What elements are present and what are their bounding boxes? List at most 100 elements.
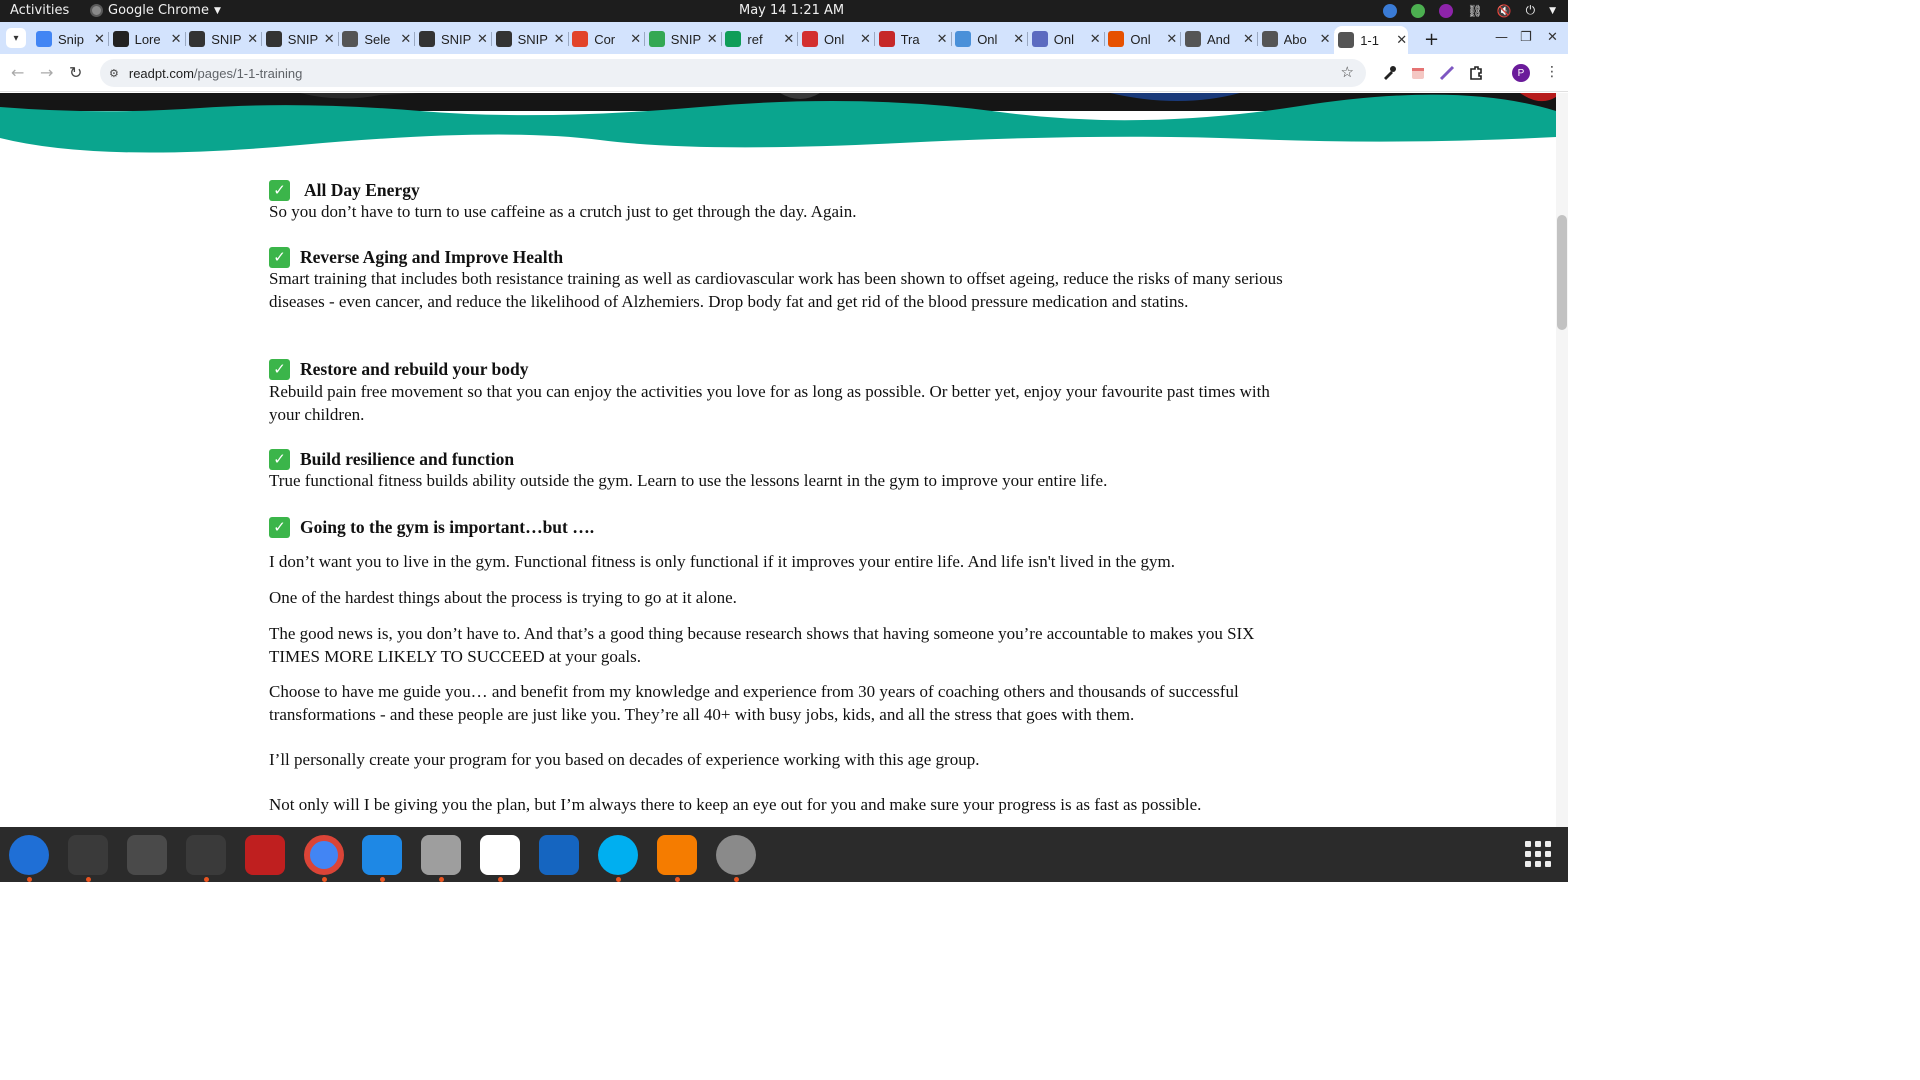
close-tab-icon[interactable]: ✕ — [783, 31, 794, 47]
chrome-menu-icon[interactable]: ⋮ — [1545, 64, 1559, 80]
update-tray-icon[interactable] — [1411, 3, 1426, 18]
close-tab-icon[interactable]: ✕ — [400, 31, 411, 47]
chevron-down-icon: ▾ — [13, 32, 19, 44]
browser-tab[interactable]: Cor ✕ — [568, 26, 646, 52]
browser-tab[interactable]: SNIP ✕ — [185, 26, 263, 52]
eyedropper-extension-icon[interactable] — [1381, 65, 1397, 81]
close-tab-icon[interactable]: ✕ — [247, 31, 258, 47]
browser-tab[interactable]: And ✕ — [1181, 26, 1258, 52]
browser-tab[interactable]: SNIP ✕ — [262, 26, 339, 52]
system-tray[interactable]: ⛓ 🔇 ⏻ ▼ — [1383, 3, 1556, 18]
close-tab-icon[interactable]: ✕ — [477, 31, 488, 47]
url-text[interactable]: readpt.com/pages/1-1-training — [129, 66, 302, 81]
skype-icon[interactable] — [598, 835, 638, 875]
browser-tab[interactable]: SNIP ✕ — [645, 26, 722, 52]
running-indicator — [203, 877, 209, 882]
new-tab-button[interactable]: + — [1424, 29, 1439, 50]
network-icon[interactable]: ⛓ — [1467, 4, 1482, 18]
browser-tab[interactable]: Snip ✕ — [32, 26, 109, 52]
browser-tab[interactable]: Abo ✕ — [1258, 26, 1335, 52]
extensions-puzzle-icon[interactable] — [1468, 65, 1484, 81]
scrollbar-thumb[interactable] — [1557, 215, 1567, 330]
terminal-icon[interactable] — [67, 835, 108, 875]
browser-tab[interactable]: Sele ✕ — [338, 26, 416, 52]
caret-down-icon[interactable]: ▼ — [1549, 6, 1556, 16]
calculator-icon[interactable] — [126, 835, 167, 875]
calendar-extension-icon[interactable] — [1410, 65, 1426, 81]
tab-title: Onl — [1053, 31, 1075, 47]
browser-tab[interactable]: SNIP ✕ — [415, 26, 492, 52]
close-tab-icon[interactable]: ✕ — [860, 31, 871, 47]
activities-button[interactable]: Activities — [10, 3, 69, 18]
text-editor-icon[interactable] — [480, 835, 521, 875]
power-icon[interactable]: ⏻ — [1526, 3, 1536, 18]
check-mark-icon: ✓ — [269, 358, 290, 380]
close-tab-icon[interactable]: ✕ — [937, 31, 948, 47]
browser-tab[interactable]: Onl ✕ — [1028, 26, 1105, 52]
close-tab-icon[interactable]: ✕ — [324, 31, 335, 47]
volume-icon[interactable]: 🔇 — [1497, 4, 1512, 18]
browser-tab[interactable]: SNIP ✕ — [492, 26, 569, 52]
close-tab-icon[interactable]: ✕ — [707, 31, 718, 47]
feature-heading: ✓ Restore and rebuild your body — [269, 358, 529, 381]
body-paragraph: Not only will I be giving you the plan, … — [269, 795, 1202, 814]
red-logo-icon — [878, 31, 895, 47]
system-top-bar: Activities Google Chrome ▼ May 14 1:21 A… — [0, 0, 1568, 22]
feature-heading: ✓ All Day Energy — [269, 179, 420, 202]
running-indicator — [674, 877, 680, 882]
globe-icon — [342, 31, 359, 47]
forward-button[interactable]: → — [40, 63, 53, 82]
libreoffice-writer-icon[interactable] — [539, 835, 580, 875]
close-window-button[interactable]: ✕ — [1547, 30, 1558, 45]
running-indicator — [380, 877, 386, 882]
profile-avatar[interactable]: P — [1512, 64, 1530, 82]
feature-heading: ✓ Going to the gym is important…but …. — [269, 516, 594, 539]
maximize-button[interactable]: ❐ — [1520, 30, 1532, 45]
address-bar[interactable]: ⚙ readpt.com/pages/1-1-training ☆ — [100, 59, 1366, 87]
browser-tab[interactable]: Onl ✕ — [951, 26, 1029, 52]
files-icon[interactable] — [421, 835, 462, 875]
browser-tab[interactable]: 1-1 ✕ — [1334, 26, 1409, 54]
close-tab-icon[interactable]: ✕ — [1013, 31, 1024, 47]
sync-tray-icon[interactable] — [1383, 3, 1398, 18]
close-tab-icon[interactable]: ✕ — [1166, 31, 1177, 47]
chrome-icon[interactable] — [303, 835, 344, 875]
close-tab-icon[interactable]: ✕ — [171, 31, 182, 47]
system-monitor-icon[interactable] — [185, 835, 226, 875]
show-apps-grid-icon[interactable] — [1525, 841, 1551, 867]
reload-button[interactable]: ↻ — [69, 63, 82, 82]
browser-tab[interactable]: Onl ✕ — [1104, 26, 1182, 52]
app-menu[interactable]: Google Chrome ▼ — [90, 3, 221, 18]
close-tab-icon[interactable]: ✕ — [1090, 31, 1101, 47]
browser-tab[interactable]: ref ✕ — [721, 26, 799, 52]
vscode-icon[interactable] — [362, 835, 403, 875]
tab-title: Sele — [364, 31, 391, 47]
browser-tab[interactable]: Onl ✕ — [798, 26, 875, 52]
site-info-icon[interactable]: ⚙ — [109, 67, 119, 80]
back-button[interactable]: ← — [11, 63, 24, 82]
minimize-button[interactable]: — — [1495, 30, 1508, 45]
tab-strip: ▾ Snip ✕ Lore ✕ SNIP ✕ SNIP ✕ Sele ✕ SNIP ✕ SNIP ✕ Cor… — [0, 22, 1568, 54]
filezilla-icon[interactable] — [244, 835, 285, 875]
bookmark-star-icon[interactable]: ☆ — [1341, 63, 1354, 81]
clock[interactable]: May 14 1:21 AM — [739, 3, 844, 18]
disk-utility-icon[interactable] — [715, 835, 756, 875]
close-tab-icon[interactable]: ✕ — [630, 31, 641, 47]
pen-extension-icon[interactable] — [1439, 65, 1455, 81]
close-tab-icon[interactable]: ✕ — [1243, 31, 1254, 47]
close-tab-icon[interactable]: ✕ — [1396, 32, 1407, 48]
body-paragraph: One of the hardest things about the proc… — [269, 588, 737, 607]
tab-title: Onl — [824, 31, 845, 47]
app-menu-label: Google Chrome — [108, 3, 209, 18]
red-logo-icon — [802, 31, 818, 47]
page-scrollbar[interactable] — [1556, 93, 1568, 827]
browser-tab[interactable]: Tra ✕ — [875, 26, 952, 52]
thunderbird-icon[interactable] — [9, 835, 49, 875]
close-tab-icon[interactable]: ✕ — [94, 31, 105, 47]
blender-like-icon[interactable] — [656, 835, 697, 875]
app-tray-icon[interactable] — [1439, 3, 1454, 18]
tab-search-button[interactable]: ▾ — [6, 28, 26, 48]
browser-tab[interactable]: Lore ✕ — [109, 26, 186, 52]
close-tab-icon[interactable]: ✕ — [1320, 31, 1331, 47]
close-tab-icon[interactable]: ✕ — [554, 31, 565, 47]
